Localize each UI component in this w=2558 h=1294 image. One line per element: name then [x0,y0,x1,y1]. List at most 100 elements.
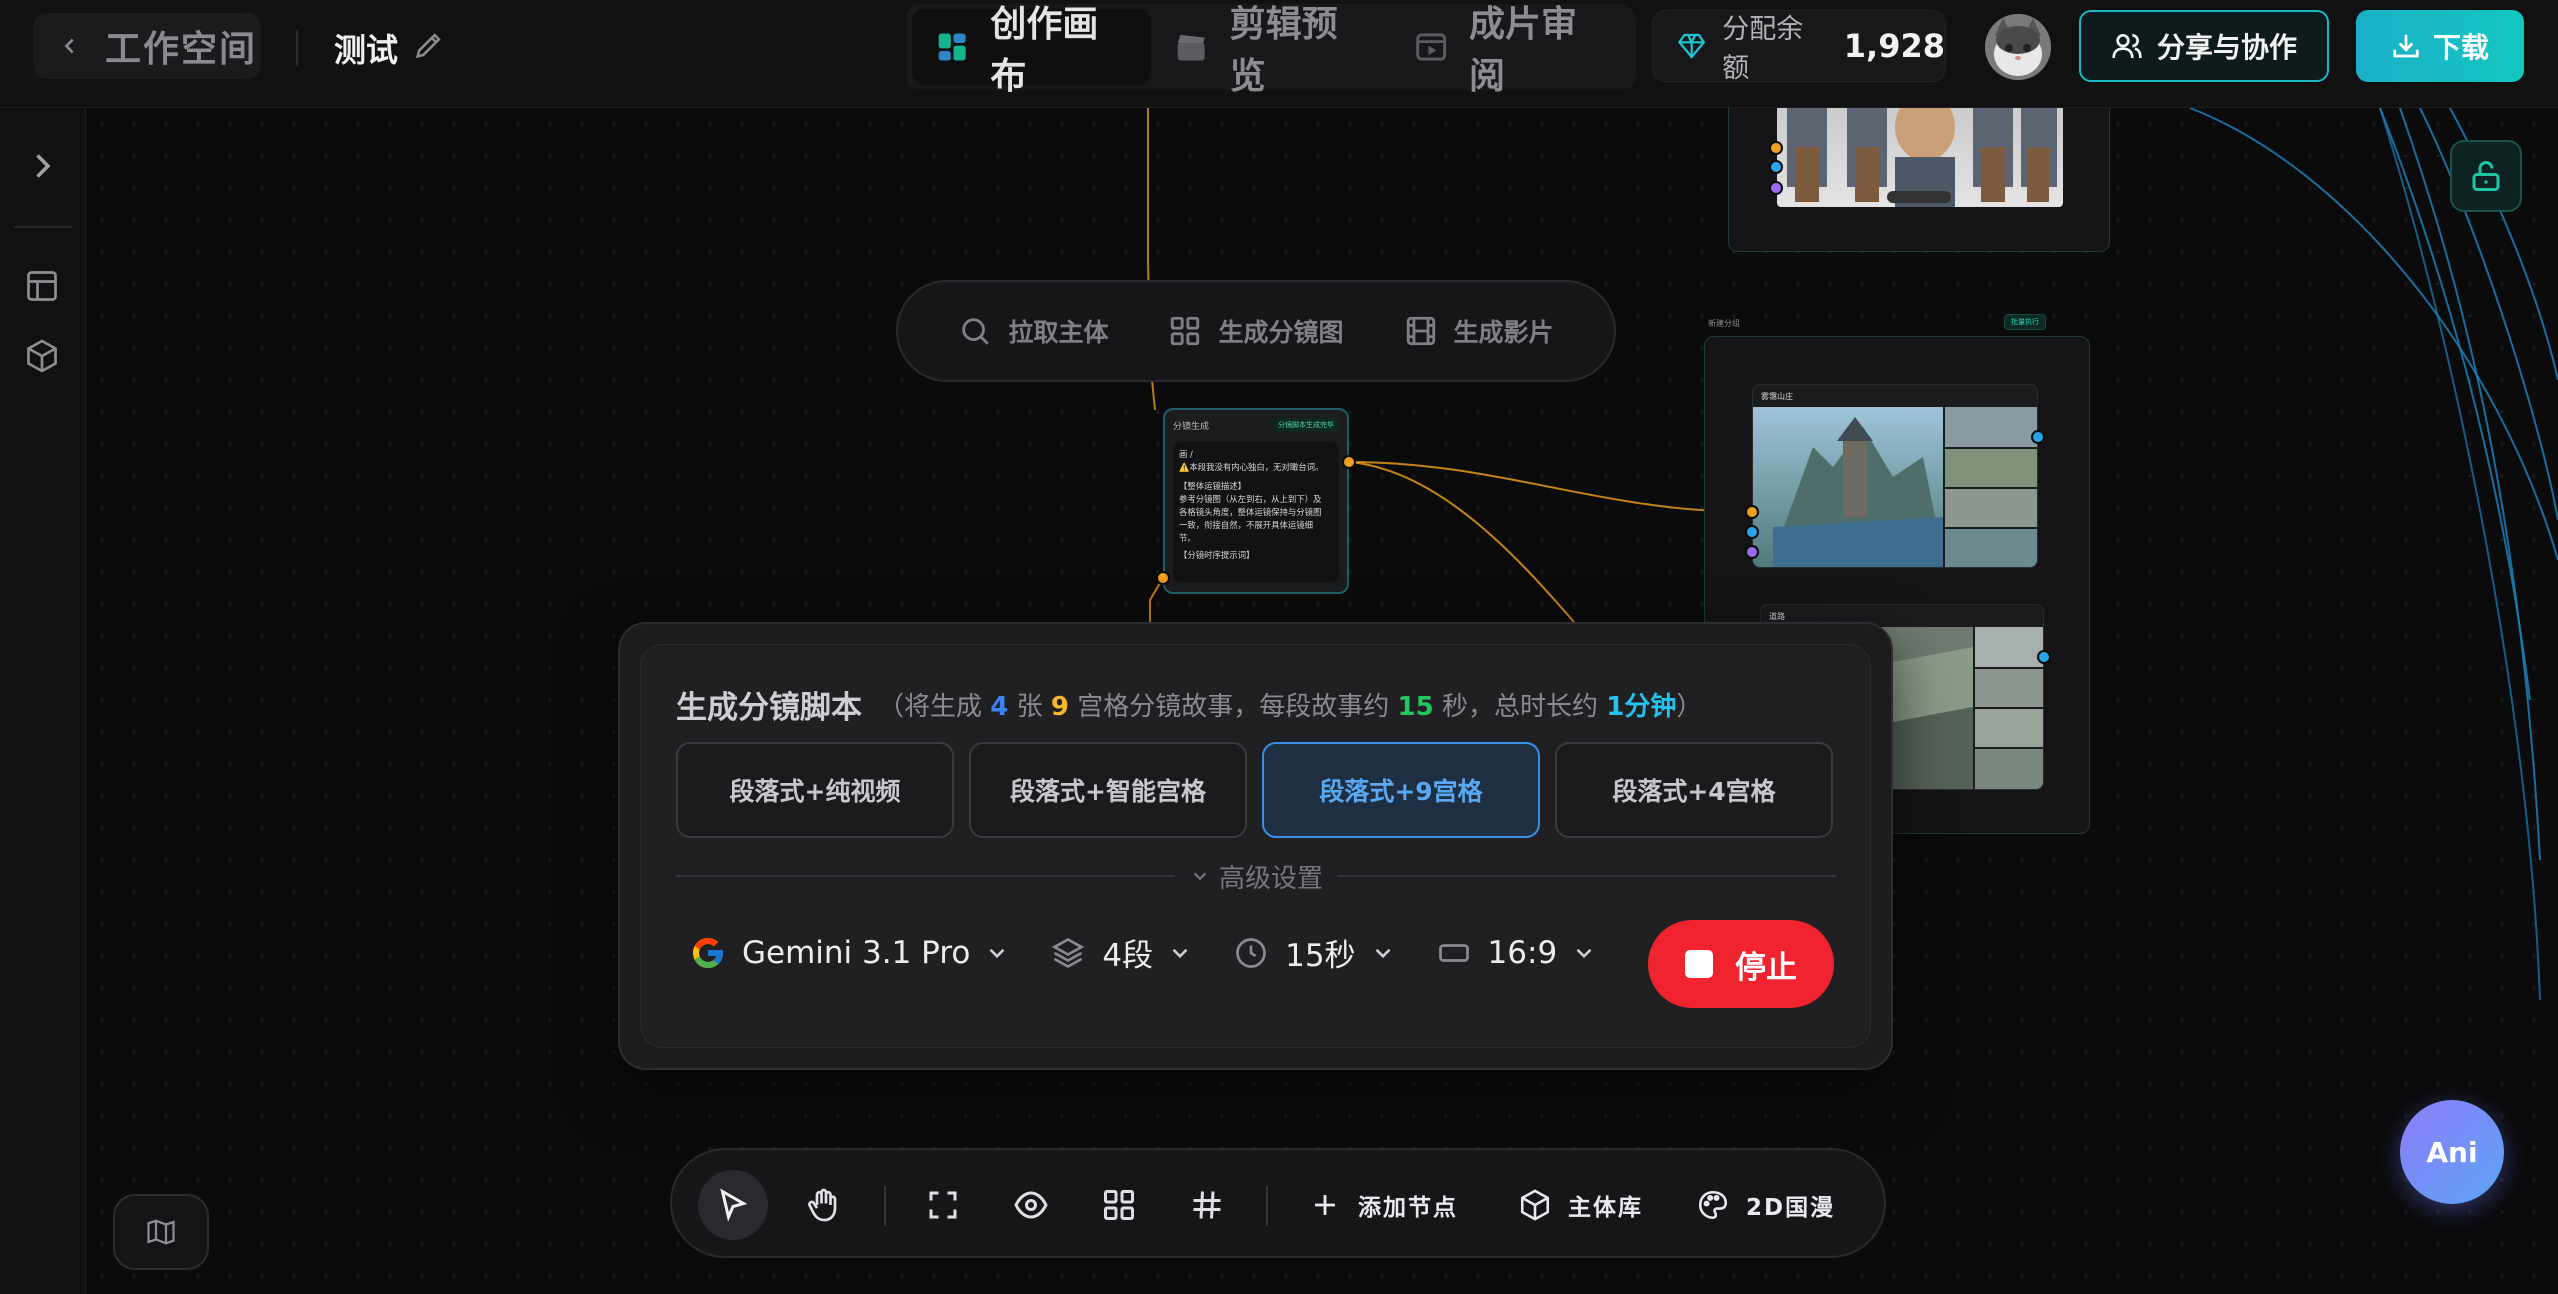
advanced-settings-label: 高级设置 [1219,863,1324,894]
stop-icon [1685,950,1713,978]
ai-assistant-button[interactable]: Ani [2400,1100,2504,1204]
storyboard-card-1[interactable]: 雾霭山庄 [1752,384,2038,568]
mode-option-9-grid[interactable]: 段落式+9宫格 [1262,742,1540,838]
card2-port-right[interactable] [2037,650,2051,664]
card1-port-orange[interactable] [1745,505,1759,519]
diamond-icon [1678,33,1706,59]
grid-icon [1104,1190,1134,1220]
chevron-down-icon [1375,948,1390,958]
card1-port-right[interactable] [2031,430,2045,444]
ratio-value: 16:9 [1487,934,1558,971]
map-icon [147,1219,175,1245]
gen-video-label: 生成影片 [1453,318,1554,347]
download-button[interactable]: 下载 [2356,10,2524,82]
style-button[interactable]: 2D国漫 [1696,1170,1835,1240]
grid-icon [1171,316,1200,346]
port-orange[interactable] [1769,141,1783,155]
summary-seconds: 15 [1397,692,1434,722]
download-label: 下载 [2432,31,2489,64]
chevron-down-icon [1576,948,1592,958]
port-purple[interactable] [1769,181,1783,195]
segments-value: 4段 [1102,938,1154,974]
advanced-settings-toggle[interactable]: 高级设置 [1175,858,1337,895]
card-title-bar: 雾霭山庄 [1753,385,2037,407]
summary-text: ） [1676,692,1703,722]
unlock-icon [2472,161,2500,191]
model-select[interactable]: Gemini 3.1 Pro [690,935,1010,971]
snap-grid-button[interactable] [1172,1170,1242,1240]
download-icon [2393,34,2419,58]
sidebar-divider [14,226,72,228]
script-node-header: 分镜生成 分镜脚本生成完毕 [1173,418,1339,432]
script-node[interactable]: 分镜生成 分镜脚本生成完毕 画 / ⚠️本段我没有内心独白，无对瞰台词。 【整体… [1163,408,1349,594]
cube-icon [1520,1189,1550,1221]
advanced-settings-row: 高级设置 [676,856,1837,896]
chevron-left-icon [64,38,74,54]
mode-option-4-grid[interactable]: 段落式+4宫格 [1555,742,1833,838]
style-label: 2D国漫 [1746,1195,1836,1221]
segments-select[interactable]: 4段 [1050,930,1193,975]
script-line: 节。 [1179,533,1196,543]
mode-option-pure-video[interactable]: 段落式+纯视频 [676,742,954,838]
mode-option-smart-grid[interactable]: 段落式+智能宫格 [969,742,1247,838]
duration-value: 15秒 [1285,938,1356,974]
clock-icon [1236,937,1266,968]
preview-button[interactable] [996,1170,1066,1240]
character-node[interactable] [1728,86,2110,252]
subject-library-button[interactable]: 主体库 [1518,1170,1643,1240]
balance-label: 分配余额 [1722,14,1804,84]
tab-label: 剪辑预览 [1229,4,1338,97]
canvas-lock-button[interactable] [2450,140,2522,212]
select-tool-button[interactable] [698,1170,768,1240]
layout-icon[interactable] [24,268,60,304]
card1-port-purple[interactable] [1745,545,1759,559]
card1-port-blue[interactable] [1745,525,1759,539]
pan-tool-button[interactable] [788,1170,858,1240]
tab-canvas[interactable]: 创作画布 [912,4,1152,97]
duration-select[interactable]: 15秒 [1233,930,1395,975]
script-line: 参考分镜图（从左到右，从上到下）及 [1179,494,1322,504]
gen-video-action[interactable]: 生成影片 [1404,313,1554,349]
pencil-icon[interactable] [412,28,446,62]
add-node-button[interactable]: 添加节点 [1308,1170,1458,1240]
avatar[interactable] [1985,14,2051,80]
summary-text: （将生成 [878,692,991,722]
group-tag[interactable]: 批量执行 [2004,314,2046,330]
palette-icon [1698,1190,1728,1220]
gen-storyboard-action[interactable]: 生成分镜图 [1168,313,1344,349]
project-name[interactable]: 测试 [334,25,398,71]
script-line: ⚠️本段我没有内心独白，无对瞰台词。 [1179,462,1324,472]
script-output-port[interactable] [1342,455,1356,469]
balance-display[interactable]: 分配余额 1,928 [1652,10,1946,84]
grid-layout-button[interactable] [1084,1170,1154,1240]
header-divider [296,30,298,66]
back-to-workspace-button[interactable]: 工作空间 [33,13,261,79]
canvas-icon [938,33,966,61]
cube-icon[interactable] [24,338,60,374]
chevron-down-icon [1193,872,1207,881]
balance-value: 1,928 [1843,27,1945,65]
stop-button[interactable]: 停止 [1648,920,1834,1008]
gen-storyboard-label: 生成分镜图 [1218,318,1344,347]
character-image [1777,97,2063,207]
video-review-icon [1415,33,1446,61]
panel-summary: （将生成 4 张 9 宫格分镜故事，每段故事约 15 秒，总时长约 1分钟） [878,686,1702,723]
google-icon [693,937,723,968]
pull-subject-label: 拉取主体 [1008,318,1109,347]
port-blue[interactable] [1769,160,1783,174]
generation-options: Gemini 3.1 Pro 4段 15秒 16:9 [690,930,1637,975]
chevron-right-icon[interactable] [24,148,60,184]
share-label: 分享与协作 [2156,31,2297,64]
pull-subject-action[interactable]: 拉取主体 [958,313,1108,349]
summary-text: 宫格分镜故事，每段故事约 [1068,692,1398,722]
app-root: 拉取主体 生成分镜图 生成影片 分镜生成 分镜脚本生成完毕 画 / ⚠️本段我没… [0,0,2558,1294]
summary-count: 4 [990,692,1009,722]
fit-view-button[interactable] [908,1170,978,1240]
script-input-port[interactable] [1156,571,1170,585]
tab-edit-preview[interactable]: 剪辑预览 [1151,4,1390,97]
minimap-button[interactable] [113,1194,209,1270]
tab-review[interactable]: 成片审阅 [1391,4,1630,97]
add-node-label: 添加节点 [1358,1195,1458,1221]
share-collaborate-button[interactable]: 分享与协作 [2079,10,2329,82]
ratio-select[interactable]: 16:9 [1436,935,1598,971]
